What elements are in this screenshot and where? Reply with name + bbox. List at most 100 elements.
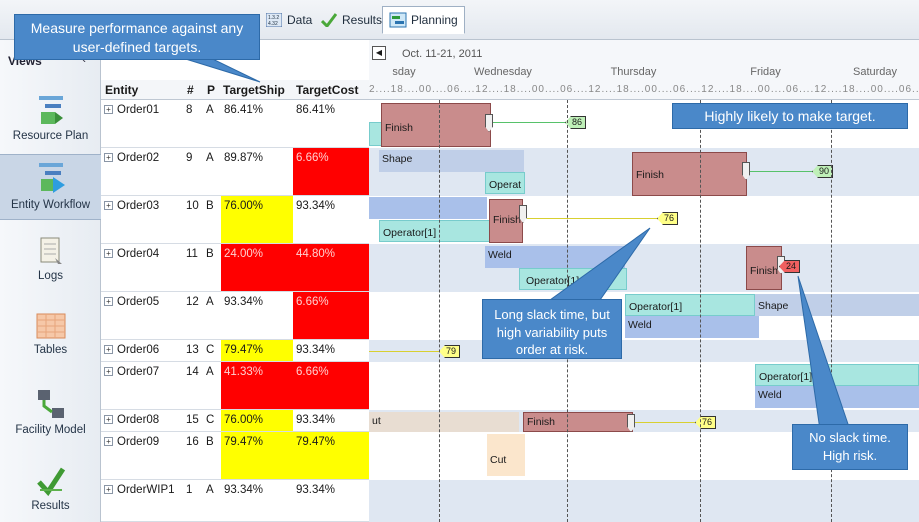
gantt-day-label: Wednesday — [474, 66, 532, 78]
gantt-day-label: sday — [392, 66, 416, 78]
task-bar-finish[interactable]: Finish — [381, 103, 491, 147]
target-cost-cell-text: 6.66% — [296, 366, 329, 378]
col-header-p[interactable]: P — [207, 83, 215, 97]
target-ship-cell: 93.34% — [221, 292, 293, 339]
entity-cell: + Order06 — [101, 340, 183, 361]
gantt-prev-button[interactable]: ◀ — [372, 46, 386, 60]
sidebar-item-resource-plan[interactable]: Resource Plan — [0, 88, 101, 150]
col-header-num[interactable]: # — [187, 83, 194, 97]
entity-cell: + OrderWIP1 — [101, 480, 183, 521]
priority-cell: A — [203, 100, 221, 147]
expand-row-icon[interactable]: + — [104, 485, 113, 495]
task-bar[interactable]: ut — [369, 412, 519, 432]
tab-planning-label: Planning — [411, 13, 458, 27]
logs-icon — [40, 237, 62, 264]
task-bar-operat[interactable]: Operat — [485, 172, 525, 194]
target-cost-cell-text: 93.34% — [296, 344, 336, 356]
expand-row-icon[interactable]: + — [104, 415, 113, 425]
expand-row-icon[interactable]: + — [104, 345, 113, 355]
col-header-entity[interactable]: Entity — [105, 83, 138, 97]
target-cost-cell-text: 93.34% — [296, 414, 336, 426]
expand-row-icon[interactable]: + — [104, 367, 113, 377]
task-bar-finish[interactable]: Finish — [489, 199, 523, 243]
gantt-day-label: Saturday — [852, 66, 898, 78]
task-bar-weld[interactable]: Weld — [485, 246, 625, 268]
tab-planning[interactable]: Planning — [382, 6, 465, 34]
task-bar-weld[interactable]: Weld — [755, 386, 919, 408]
callout-no-slack: No slack time. High risk. — [792, 424, 908, 470]
entity-workflow-icon — [38, 163, 65, 193]
task-bar-operator[interactable]: Operator[1] — [625, 294, 755, 316]
task-bar-weld[interactable]: Weld — [625, 316, 759, 338]
table-row[interactable]: + Order02 9 A 89.87% 6.66% — [101, 148, 369, 196]
num-cell: 11 — [183, 244, 203, 291]
target-cost-cell-text: 6.66% — [296, 296, 329, 308]
col-header-target-cost[interactable]: TargetCost — [296, 83, 358, 97]
task-bar-finish[interactable]: Finish — [523, 412, 633, 432]
gantt-hour-ticks: 2....18....00....06....12....18....00...… — [369, 84, 919, 95]
task-bar-shape[interactable]: Shape — [379, 150, 524, 172]
num-cell-text: 1 — [186, 484, 193, 496]
sidebar-item-label: Entity Workflow — [10, 199, 91, 211]
table-row[interactable]: + Order08 15 C 76.00% 93.34% — [101, 410, 369, 432]
table-row[interactable]: + Order04 11 B 24.00% 44.80% — [101, 244, 369, 292]
task-bar-cut[interactable]: Cut — [487, 434, 525, 476]
facility-model-icon — [37, 390, 64, 418]
target-ship-cell: 79.47% — [221, 432, 293, 479]
tab-data[interactable]: 1.3.2 4.32 Data — [258, 6, 319, 34]
task-bar-operator[interactable]: Operator[1] — [519, 268, 627, 290]
table-row[interactable]: + Order09 16 B 79.47% 79.47% — [101, 432, 369, 480]
table-row[interactable]: + Order01 8 A 86.41% 86.41% — [101, 100, 369, 148]
target-ship-cell-text: 86.41% — [224, 104, 264, 116]
priority-cell: A — [203, 362, 221, 409]
table-row[interactable]: + OrderWIP1 1 A 93.34% 93.34% — [101, 480, 369, 522]
day-divider — [700, 100, 701, 522]
col-header-target-ship[interactable]: TargetShip — [223, 83, 285, 97]
table-row[interactable]: + Order07 14 A 41.33% 6.66% — [101, 362, 369, 410]
sidebar-item-logs[interactable]: Logs — [0, 236, 101, 298]
results-check-icon — [320, 12, 338, 28]
entity-name: Order05 — [117, 296, 160, 308]
task-bar-operator[interactable]: Operator[1] — [379, 220, 495, 242]
sidebar-item-entity-workflow[interactable]: Entity Workflow — [0, 154, 101, 220]
sidebar-item-tables[interactable]: Tables — [0, 312, 101, 374]
tab-data-label: Data — [287, 13, 313, 27]
expand-row-icon[interactable]: + — [104, 201, 113, 211]
table-row[interactable]: + Order06 13 C 79.47% 93.34% — [101, 340, 369, 362]
gantt-row — [369, 244, 919, 292]
task-bar-shape[interactable]: Shape — [755, 294, 919, 316]
entity-name: Order04 — [117, 248, 160, 260]
expand-row-icon[interactable]: + — [104, 249, 113, 259]
planning-chart-icon — [389, 12, 407, 28]
slack-line — [635, 422, 695, 423]
num-cell-text: 13 — [186, 344, 199, 356]
priority-cell-text: A — [206, 484, 214, 496]
table-row[interactable]: + Order05 12 A 93.34% 6.66% — [101, 292, 369, 340]
target-cost-cell-text: 86.41% — [296, 104, 336, 116]
expand-row-icon[interactable]: + — [104, 437, 113, 447]
svg-text:4.32: 4.32 — [268, 21, 278, 27]
gantt-day-label: Thursday — [610, 66, 657, 78]
target-cost-cell: 93.34% — [293, 340, 369, 361]
target-ship-cell-text: 79.47% — [224, 344, 264, 356]
task-bar-operator[interactable]: Operator[1] — [755, 364, 919, 386]
data-table-icon: 1.3.2 4.32 — [265, 12, 283, 28]
sidebar-item-facility-model[interactable]: Facility Model — [0, 388, 101, 452]
task-bar-finish[interactable]: Finish — [746, 246, 782, 290]
target-cost-cell: 86.41% — [293, 100, 369, 147]
tab-results[interactable]: Results — [313, 6, 389, 34]
target-cost-cell: 79.47% — [293, 432, 369, 479]
target-cost-cell: 6.66% — [293, 292, 369, 339]
expand-row-icon[interactable]: + — [104, 153, 113, 163]
expand-row-icon[interactable]: + — [104, 297, 113, 307]
expand-row-icon[interactable]: + — [104, 105, 113, 115]
sidebar-item-results[interactable]: Results — [0, 466, 101, 522]
target-cost-cell-text: 6.66% — [296, 152, 329, 164]
task-bar[interactable] — [369, 197, 487, 219]
entity-name: Order02 — [117, 152, 160, 164]
target-cost-cell-text: 93.34% — [296, 200, 336, 212]
target-ship-cell: 41.33% — [221, 362, 293, 409]
task-bar-finish[interactable]: Finish — [632, 152, 747, 196]
target-ship-cell-text: 79.47% — [224, 436, 264, 448]
table-row[interactable]: + Order03 10 B 76.00% 93.34% — [101, 196, 369, 244]
